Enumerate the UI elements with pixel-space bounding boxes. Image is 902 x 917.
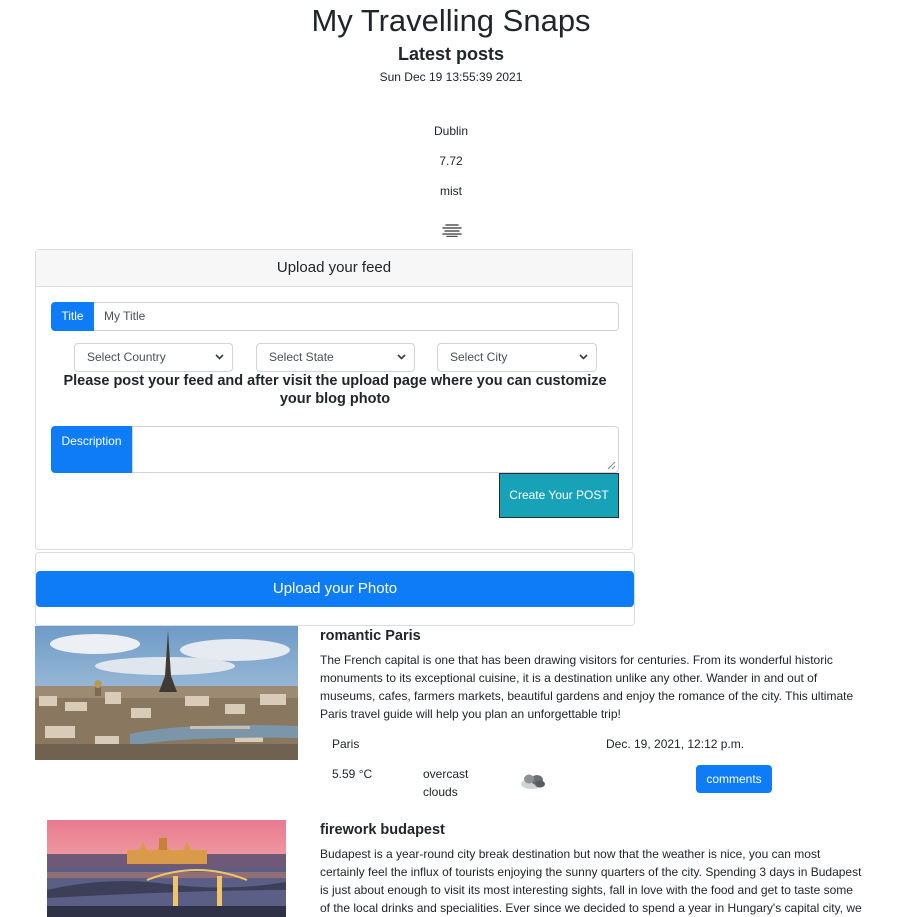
post-image-paris: [35, 626, 298, 760]
post-body: The French capital is one that has been …: [320, 653, 854, 721]
chevron-down-icon: [215, 354, 224, 360]
city-select-value: Select City: [450, 350, 508, 364]
post-title: firework budapest: [320, 822, 445, 838]
feed-instructions: Please post your feed and after visit th…: [63, 373, 607, 407]
weather-description: mist: [440, 184, 462, 198]
post-temperature: 5.59 °C: [332, 767, 373, 781]
chevron-down-icon: [397, 354, 406, 360]
country-select-value: Select Country: [87, 350, 166, 364]
post-image-budapest: [47, 820, 286, 917]
latest-posts-heading: Latest posts: [397, 44, 505, 64]
weather-temperature: 7.72: [439, 154, 463, 168]
post-city: Paris: [332, 737, 360, 751]
description-textarea[interactable]: [132, 426, 619, 473]
description-label: Description: [51, 426, 132, 473]
create-post-button[interactable]: Create Your POST: [499, 473, 619, 518]
weather-city: Dublin: [433, 124, 469, 138]
upload-photo-button[interactable]: Upload your Photo: [36, 571, 634, 607]
post-weather-description: overcast clouds: [423, 767, 469, 799]
mist-icon: [442, 224, 462, 237]
state-select[interactable]: Select State: [256, 343, 415, 372]
city-select[interactable]: Select City: [437, 343, 597, 372]
upload-feed-header: Upload your feed: [36, 250, 632, 287]
chevron-down-icon: [579, 354, 588, 360]
site-title: My Travelling Snaps: [311, 3, 591, 38]
title-input[interactable]: My Title: [94, 302, 619, 331]
title-label: Title: [51, 302, 94, 331]
post-date: Dec. 19, 2021, 12:12 p.m.: [606, 737, 745, 751]
state-select-value: Select State: [269, 350, 334, 364]
resize-handle-icon[interactable]: [606, 460, 616, 470]
current-datetime: Sun Dec 19 13:55:39 2021: [379, 70, 523, 84]
country-select[interactable]: Select Country: [74, 343, 233, 372]
cloud-icon: [521, 774, 545, 789]
comments-button[interactable]: comments: [696, 765, 772, 793]
post-body: Budapest is a year-round city break dest…: [320, 847, 862, 915]
post-title: romantic Paris: [320, 628, 421, 644]
